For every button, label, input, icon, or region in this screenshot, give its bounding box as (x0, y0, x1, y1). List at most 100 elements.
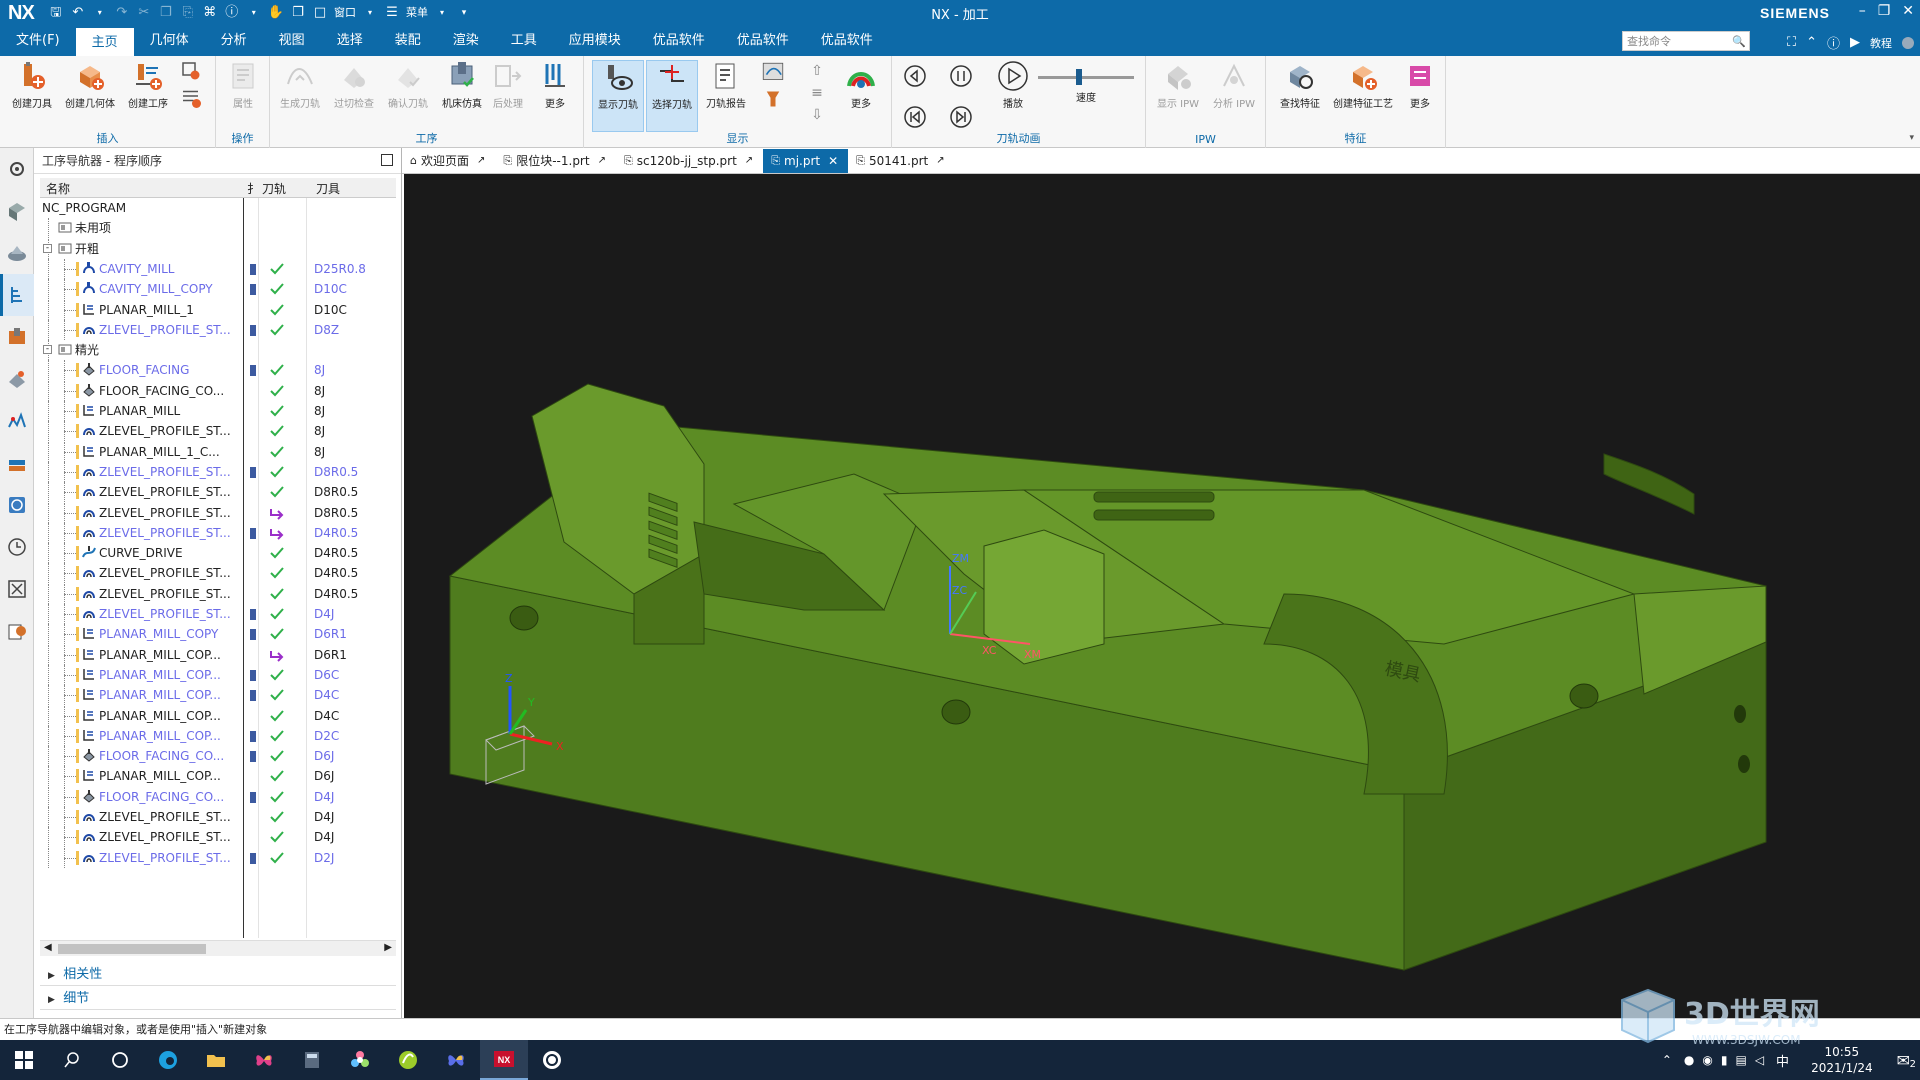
restore-icon[interactable]: ❐ (1878, 3, 1891, 19)
network-icon[interactable]: ▤ (1731, 1053, 1750, 1067)
main-menu-label[interactable]: 菜单 (406, 5, 428, 21)
tutorial-label[interactable]: 教程 (1870, 35, 1892, 51)
close-tab-icon[interactable]: ✕ (828, 149, 838, 173)
tray-app2-icon[interactable]: ◉ (1698, 1053, 1716, 1067)
tree-root-program[interactable]: NC_PROGRAM (40, 198, 396, 218)
operation-row[interactable]: ZLEVEL_PROFILE_ST... D8R0.5 (40, 482, 396, 503)
operation-row[interactable]: CAVITY_MILL_COPY D10C (40, 279, 396, 300)
pause-button[interactable] (940, 64, 982, 132)
window-menu-icon[interactable]: □ (312, 5, 328, 21)
window-menu-label[interactable]: 窗口 (334, 5, 356, 21)
cortana-button[interactable] (96, 1040, 144, 1080)
command-search-input[interactable]: 查找命令 🔍 (1622, 31, 1750, 51)
operation-row[interactable]: ZLEVEL_PROFILE_ST... D4R0.5 (40, 583, 396, 604)
menu-tab-5[interactable]: 选择 (321, 26, 379, 56)
window-dropdown-icon[interactable]: ▾ (362, 5, 378, 21)
tutorial-icon[interactable]: ▶ (1850, 35, 1860, 50)
operation-row[interactable]: ZLEVEL_PROFILE_ST... D4R0.5 (40, 522, 396, 543)
maximize-navigator-icon[interactable] (381, 154, 393, 166)
collapse-ribbon-icon[interactable]: ⌃ (1806, 35, 1817, 50)
menu-tab-10[interactable]: 优品软件 (637, 26, 721, 56)
operation-row[interactable]: PLANAR_MILL_COP... D4C (40, 705, 396, 726)
undo-icon[interactable]: ↶ (70, 5, 86, 21)
create-feature-process-button[interactable]: 创建特征工艺 (1328, 60, 1398, 110)
part-navigator-icon[interactable] (0, 232, 34, 274)
search-taskbar-button[interactable] (48, 1040, 96, 1080)
copy-icon[interactable]: ❐ (158, 5, 174, 21)
speed-slider-knob[interactable] (1076, 69, 1083, 85)
operation-row[interactable]: PLANAR_MILL_COP... D4C (40, 685, 396, 706)
create-operation-button[interactable]: 创建工序 (122, 60, 174, 110)
document-tab-4[interactable]: ⎘ 50141.prt ↗ (848, 149, 954, 173)
display-options-button[interactable] (752, 60, 794, 112)
machine-simulation-button[interactable]: 机床仿真 (436, 60, 488, 110)
play-button[interactable]: 播放 (988, 60, 1038, 110)
switch-window-icon[interactable]: ❐ (290, 5, 306, 21)
reuse-library-icon[interactable] (0, 400, 34, 442)
scroll-thumb[interactable] (58, 944, 206, 954)
fullscreen-icon[interactable]: ⛶ (1787, 35, 1796, 50)
open-in-window-icon[interactable]: ↗ (936, 149, 944, 173)
operation-row[interactable]: PLANAR_MILL_1 D10C (40, 299, 396, 320)
details-panel-toggle[interactable]: ▶ 细节 (40, 988, 396, 1010)
tree-program-folder[interactable]: 未用项 (40, 218, 396, 239)
operation-row[interactable]: ZLEVEL_PROFILE_ST... D4J (40, 604, 396, 624)
open-in-window-icon[interactable]: ↗ (598, 149, 606, 173)
menu-icon[interactable]: ☰ (384, 5, 400, 21)
menu-dropdown-icon[interactable]: ▾ (434, 5, 450, 21)
column-header-tool[interactable]: 刀具 (316, 180, 340, 197)
operation-row[interactable]: ZLEVEL_PROFILE_ST... 8J (40, 421, 396, 442)
operation-row[interactable]: PLANAR_MILL_1_C... 8J (40, 441, 396, 462)
operation-row[interactable]: PLANAR_MILL_COPY D6R1 (40, 624, 396, 645)
operation-row[interactable]: ZLEVEL_PROFILE_ST... D4R0.5 (40, 563, 396, 584)
path-order-buttons[interactable]: ⇧ ≡ ⇩ (802, 60, 832, 126)
operation-row[interactable]: ZLEVEL_PROFILE_ST... D4J (40, 827, 396, 848)
move-up-icon[interactable]: ⇧ (802, 60, 832, 82)
help-icon[interactable]: ⓘ (1827, 33, 1840, 52)
tree-program-folder[interactable]: - 开粗 (40, 238, 396, 259)
menu-tab-11[interactable]: 优品软件 (721, 26, 805, 56)
operation-navigator-icon[interactable] (0, 274, 34, 316)
app-green-button[interactable] (384, 1040, 432, 1080)
menu-tab-4[interactable]: 视图 (263, 26, 321, 56)
graphics-viewport[interactable]: 模具 ZM ZC XC XM Z Y X (404, 174, 1920, 1018)
resource-settings-icon[interactable] (0, 148, 34, 190)
edge-browser-button[interactable] (144, 1040, 192, 1080)
find-feature-button[interactable]: 查找特征 (1274, 60, 1326, 110)
file-explorer-button[interactable] (192, 1040, 240, 1080)
operation-row[interactable]: PLANAR_MILL_COP... D6R1 (40, 644, 396, 665)
operation-row[interactable]: ZLEVEL_PROFILE_ST... D8R0.5 (40, 461, 396, 482)
navigator-horizontal-scrollbar[interactable]: ◀ ▶ (40, 940, 396, 956)
history-icon[interactable] (0, 526, 34, 568)
operation-row[interactable]: FLOOR_FACING_CO... 8J (40, 380, 396, 401)
machine-tool-navigator-icon[interactable] (0, 316, 34, 358)
close-icon[interactable]: ✕ (1902, 3, 1914, 19)
scroll-left-icon[interactable]: ◀ (44, 942, 52, 953)
mold-part-model[interactable]: 模具 (448, 383, 1767, 971)
document-tab-3[interactable]: ⎘ mj.prt ✕ (763, 149, 849, 173)
operation-row[interactable]: FLOOR_FACING_CO... D6J (40, 746, 396, 767)
minimize-icon[interactable]: – (1859, 3, 1866, 19)
tray-app-icon[interactable]: ● (1680, 1053, 1698, 1067)
app-butterfly2-button[interactable] (432, 1040, 480, 1080)
repeat-command-icon[interactable]: ⌘ (202, 5, 218, 21)
hd3d-tools-icon[interactable] (0, 442, 34, 484)
column-header-path[interactable]: 刀轨 (262, 180, 286, 197)
volume-icon[interactable]: ◁ (1751, 1053, 1768, 1067)
show-path-button[interactable]: 显示刀轨 (592, 60, 644, 132)
overcut-check-button[interactable]: 过切检查 (328, 60, 380, 110)
operation-row[interactable]: PLANAR_MILL_COP... D6C (40, 664, 396, 685)
battery-icon[interactable]: ▮ (1717, 1053, 1732, 1067)
calculator-button[interactable] (288, 1040, 336, 1080)
menu-tab-8[interactable]: 工具 (495, 26, 553, 56)
menu-tab-7[interactable]: 渲染 (437, 26, 495, 56)
roles-icon[interactable] (0, 610, 34, 652)
operation-row[interactable]: ZLEVEL_PROFILE_ST... D8R0.5 (40, 502, 396, 523)
tree-program-folder[interactable]: - 精光 (40, 340, 396, 361)
web-browser-icon[interactable] (0, 484, 34, 526)
process-studio-icon[interactable] (0, 568, 34, 610)
tray-expand-icon[interactable]: ⌃ (1654, 1053, 1680, 1067)
speed-slider-track[interactable] (1038, 69, 1134, 85)
operation-row[interactable]: PLANAR_MILL 8J (40, 401, 396, 421)
app-flower-button[interactable] (336, 1040, 384, 1080)
